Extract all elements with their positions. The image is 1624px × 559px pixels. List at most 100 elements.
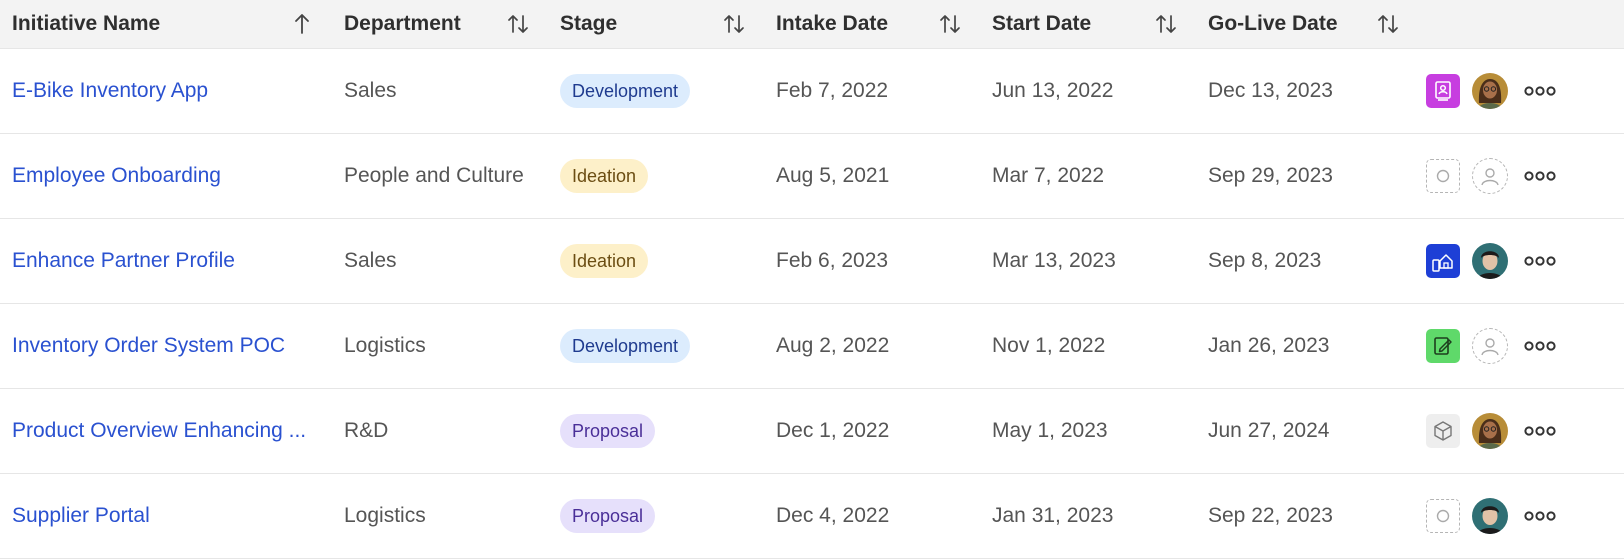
initiative-name-link[interactable]: Supplier Portal (0, 474, 332, 558)
initiative-name: Employee Onboarding (12, 164, 221, 187)
sort-ascending-icon[interactable] (290, 12, 314, 36)
row-actions (1418, 389, 1624, 473)
column-header-label: Go-Live Date (1208, 12, 1338, 35)
start-date-cell: Nov 1, 2022 (992, 334, 1106, 357)
department-cell: Logistics (344, 334, 426, 357)
table-row[interactable]: Employee Onboarding People and Culture I… (0, 134, 1624, 219)
initiative-name: Inventory Order System POC (12, 334, 286, 357)
initiative-name: Supplier Portal (12, 504, 150, 527)
intake-date-cell: Dec 1, 2022 (776, 419, 890, 442)
sort-icon[interactable] (722, 12, 746, 36)
initiative-name-link[interactable]: Inventory Order System POC (0, 304, 332, 388)
column-header-go-live-date[interactable]: Go-Live Date (1196, 0, 1418, 48)
more-options-icon[interactable] (1520, 243, 1560, 279)
start-date-cell: Mar 7, 2022 (992, 164, 1105, 187)
column-header-initiative-name[interactable]: Initiative Name (0, 0, 332, 48)
intake-date-cell: Aug 2, 2022 (776, 334, 890, 357)
go-live-date-cell: Jun 27, 2024 (1208, 419, 1330, 442)
go-live-date-cell: Sep 22, 2023 (1208, 504, 1333, 527)
stage-cell: Ideation (548, 134, 764, 218)
department-cell: Logistics (344, 504, 426, 527)
row-actions (1418, 49, 1624, 133)
initiative-name-link[interactable]: E-Bike Inventory App (0, 49, 332, 133)
start-date-cell: Jan 31, 2023 (992, 504, 1114, 527)
intake-date-cell: Feb 7, 2022 (776, 79, 889, 102)
column-header-label: Intake Date (776, 12, 889, 35)
stage-cell: Proposal (548, 389, 764, 473)
contact-book-icon[interactable] (1426, 74, 1460, 108)
more-options-icon[interactable] (1520, 498, 1560, 534)
more-options-icon[interactable] (1520, 413, 1560, 449)
intake-date-cell: Dec 4, 2022 (776, 504, 890, 527)
more-options-icon[interactable] (1520, 73, 1560, 109)
start-date-cell: Jun 13, 2022 (992, 79, 1114, 102)
column-header-stage[interactable]: Stage (548, 0, 764, 48)
woman-avatar[interactable] (1472, 73, 1508, 109)
department-cell: Sales (344, 249, 397, 272)
go-live-date-cell: Sep 29, 2023 (1208, 164, 1333, 187)
more-options-icon[interactable] (1520, 328, 1560, 364)
department-cell: People and Culture (344, 164, 524, 187)
stage-badge: Ideation (560, 159, 649, 193)
department-cell: R&D (344, 419, 389, 442)
woman-avatar[interactable] (1472, 413, 1508, 449)
start-date-cell: May 1, 2023 (992, 419, 1108, 442)
table-body: E-Bike Inventory App Sales Development F… (0, 49, 1624, 559)
column-header-actions (1418, 0, 1624, 48)
sort-icon[interactable] (1154, 12, 1178, 36)
stage-badge: Ideation (560, 244, 649, 278)
initiative-name-link[interactable]: Product Overview Enhancing ... (0, 389, 332, 473)
empty-app-placeholder-icon[interactable] (1426, 159, 1460, 193)
stage-badge: Development (560, 329, 691, 363)
edit-document-icon[interactable] (1426, 329, 1460, 363)
man-avatar[interactable] (1472, 243, 1508, 279)
table-header: Initiative Name Department Stage Intake … (0, 0, 1624, 49)
initiative-name-link[interactable]: Enhance Partner Profile (0, 219, 332, 303)
cube-icon[interactable] (1426, 414, 1460, 448)
table-row[interactable]: E-Bike Inventory App Sales Development F… (0, 49, 1624, 134)
start-date-cell: Mar 13, 2023 (992, 249, 1116, 272)
intake-date-cell: Aug 5, 2021 (776, 164, 890, 187)
go-live-date-cell: Sep 8, 2023 (1208, 249, 1322, 272)
column-header-department[interactable]: Department (332, 0, 548, 48)
stage-cell: Ideation (548, 219, 764, 303)
initiative-name: E-Bike Inventory App (12, 79, 209, 102)
stage-cell: Proposal (548, 474, 764, 558)
row-actions (1418, 219, 1624, 303)
initiative-name: Product Overview Enhancing ... (12, 419, 307, 442)
sort-icon[interactable] (506, 12, 530, 36)
initiative-name: Enhance Partner Profile (12, 249, 235, 272)
column-header-label: Stage (560, 12, 618, 35)
intake-date-cell: Feb 6, 2023 (776, 249, 889, 272)
initiative-name-link[interactable]: Employee Onboarding (0, 134, 332, 218)
stage-cell: Development (548, 304, 764, 388)
sort-icon[interactable] (1376, 12, 1400, 36)
initiatives-table: Initiative Name Department Stage Intake … (0, 0, 1624, 559)
go-live-date-cell: Jan 26, 2023 (1208, 334, 1330, 357)
department-cell: Sales (344, 79, 397, 102)
stage-cell: Development (548, 49, 764, 133)
table-row[interactable]: Enhance Partner Profile Sales Ideation F… (0, 219, 1624, 304)
go-live-date-cell: Dec 13, 2023 (1208, 79, 1333, 102)
empty-app-placeholder-icon[interactable] (1426, 499, 1460, 533)
column-header-label: Initiative Name (12, 12, 161, 35)
man-avatar[interactable] (1472, 498, 1508, 534)
more-options-icon[interactable] (1520, 158, 1560, 194)
empty-user-avatar-icon[interactable] (1472, 328, 1508, 364)
empty-user-avatar-icon[interactable] (1472, 158, 1508, 194)
column-header-intake-date[interactable]: Intake Date (764, 0, 980, 48)
row-actions (1418, 474, 1624, 558)
table-row[interactable]: Product Overview Enhancing ... R&D Propo… (0, 389, 1624, 474)
column-header-start-date[interactable]: Start Date (980, 0, 1196, 48)
table-row[interactable]: Supplier Portal Logistics Proposal Dec 4… (0, 474, 1624, 559)
row-actions (1418, 134, 1624, 218)
table-row[interactable]: Inventory Order System POC Logistics Dev… (0, 304, 1624, 389)
row-actions (1418, 304, 1624, 388)
stage-badge: Development (560, 74, 691, 108)
stage-badge: Proposal (560, 414, 656, 448)
sort-icon[interactable] (938, 12, 962, 36)
house-phone-icon[interactable] (1426, 244, 1460, 278)
stage-badge: Proposal (560, 499, 656, 533)
column-header-label: Start Date (992, 12, 1092, 35)
column-header-label: Department (344, 12, 461, 35)
